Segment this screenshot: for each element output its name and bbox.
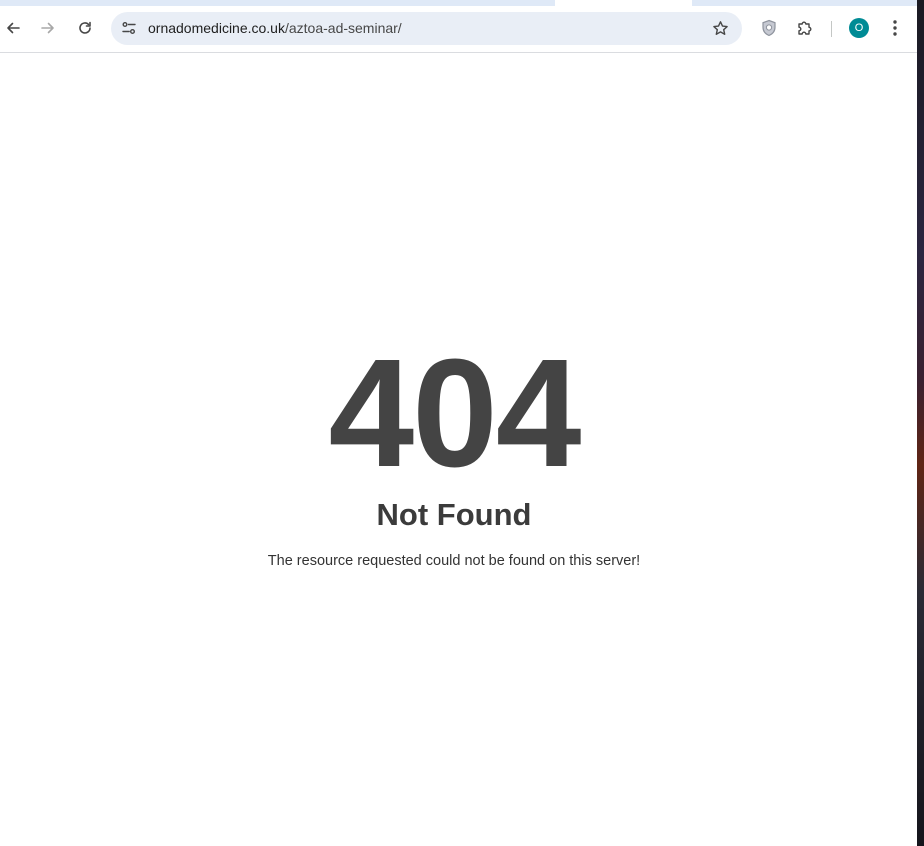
back-arrow-icon [7,22,20,34]
reload-button[interactable] [70,13,100,43]
back-button[interactable] [0,13,28,43]
reload-icon [79,21,91,34]
bookmark-button[interactable] [710,18,730,38]
url-path: /aztoa-ad-seminar/ [284,20,402,36]
shield-extension-button[interactable] [756,15,782,41]
menu-dots-icon [893,20,897,36]
background-window-edge [917,0,924,846]
error-message: The resource requested could not be foun… [267,553,641,569]
profile-avatar[interactable]: O [849,18,869,38]
url-text[interactable]: ornadomedicine.co.uk/aztoa-ad-seminar/ [148,20,402,36]
browser-toolbar: ornadomedicine.co.uk/aztoa-ad-seminar/ O [0,6,917,53]
site-settings-icon [122,22,136,34]
bookmark-star-icon [712,20,728,35]
extensions-puzzle-icon [798,21,812,35]
page-content: 404 Not Found The resource requested cou… [0,53,917,846]
forward-arrow-icon [41,22,54,34]
extensions-button[interactable] [792,15,818,41]
forward-button[interactable] [33,13,63,43]
error-code: 404 [328,327,582,499]
browser-menu-button[interactable] [882,15,908,41]
address-bar[interactable]: ornadomedicine.co.uk/aztoa-ad-seminar/ [111,12,742,45]
shield-extension-icon [762,19,776,37]
site-settings-button[interactable] [119,18,139,38]
url-domain: ornadomedicine.co.uk [148,20,285,36]
toolbar-divider [831,21,832,37]
error-title: Not Found [376,497,532,532]
